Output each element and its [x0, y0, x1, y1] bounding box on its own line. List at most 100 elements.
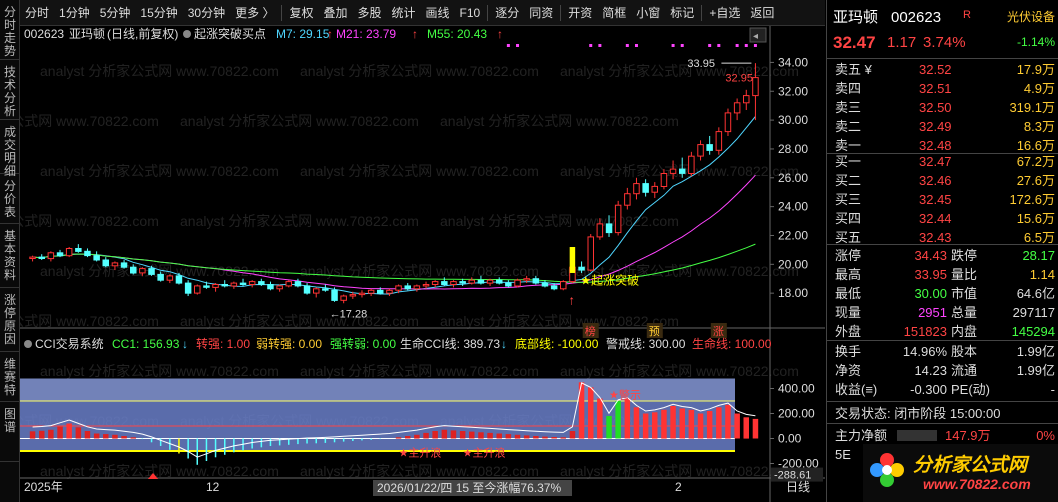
cci-bar [324, 438, 327, 443]
ask-volume: 319.1万 [1009, 100, 1055, 115]
left-tab-4[interactable]: 基本资料 [0, 224, 20, 288]
time-mid: 12 [206, 480, 220, 494]
candle-body [743, 95, 750, 104]
brand-logo: 分析家公式网 www.70822.com [863, 444, 1058, 502]
bid-price: 32.47 [919, 154, 952, 169]
ask-price: 32.51 [919, 81, 952, 96]
candle-body [130, 266, 137, 274]
toolbar-item-7[interactable]: 叠加 [318, 0, 352, 26]
candle-body [386, 289, 393, 294]
cci-bar [514, 434, 521, 439]
left-tab-3[interactable]: 分价表 [0, 174, 20, 224]
cci-bar [150, 438, 153, 443]
toolbar-item-18[interactable]: +自选 [704, 0, 745, 26]
toolbar-item-8[interactable]: 多股 [352, 0, 386, 26]
stat-value-1: 33.95 [914, 267, 947, 282]
toolbar-item-1[interactable]: 1分钟 [54, 0, 95, 26]
toolbar-item-0[interactable]: 分时 [20, 0, 54, 26]
cci-bar [752, 418, 759, 439]
sector-tag[interactable]: 光伏设备 [1007, 8, 1055, 27]
toolbar-item-11[interactable]: F10 [455, 0, 486, 26]
indicator-name: 起涨突破买点 [194, 26, 266, 41]
cci-bar [342, 438, 345, 442]
left-tab-1[interactable]: 技术分析 [0, 60, 20, 120]
divider [827, 58, 1058, 59]
cci-bar [178, 438, 180, 454]
cci-bar [652, 412, 658, 439]
toolbar-item-16[interactable]: 小窗 [631, 0, 665, 26]
left-tab-6[interactable]: 维赛特 [0, 352, 20, 402]
toolbar-item-14[interactable]: 开资 [563, 0, 597, 26]
bid-label: 买二 [835, 173, 862, 188]
cci-bar [260, 438, 263, 448]
cci-bar [130, 437, 136, 439]
toolbar-item-13[interactable]: 同资 [524, 0, 558, 26]
ask-row: 卖三 32.50 319.1万 [827, 98, 1058, 117]
ma21-label: M21: 23.79 [336, 27, 396, 41]
candle-body [29, 256, 36, 260]
left-tab-5[interactable]: 涨停原因 [0, 288, 20, 352]
cci-bar [352, 438, 354, 441]
toolbar-separator [281, 4, 283, 21]
stat-row: 外盘 151823 内盘 145294 [827, 322, 1058, 341]
candle-body [184, 282, 192, 294]
cci-bar [505, 434, 512, 439]
left-tab-7[interactable]: 图谱 [0, 402, 20, 462]
bid-row: 买二 32.46 27.6万 [827, 171, 1058, 190]
watermark-text: analyst 分析家公式网 www.70822.com [20, 313, 159, 329]
bid-label: 买四 [835, 211, 862, 226]
cci-bar [297, 438, 299, 445]
cursor-time: 2026/01/22/四 15 至今涨幅76.37% [377, 480, 561, 495]
toolbar-item-19[interactable]: 返回 [745, 0, 779, 26]
stat-value-2: 64.6亿 [1016, 286, 1055, 301]
toolbar-item-4[interactable]: 30分钟 [183, 0, 230, 26]
bid-row: 买三 32.45 172.6万 [827, 190, 1058, 209]
cci-rise-label: ★主升浪 [399, 445, 442, 459]
stat-label-1: 现量 [835, 305, 862, 320]
candle-body [84, 250, 91, 257]
cci-bar [196, 438, 198, 465]
left-tab-0[interactable]: 分时走势 [0, 0, 20, 60]
watermark-text: analyst 分析家公式网 www.70822.com [300, 463, 539, 479]
candle-body [139, 268, 146, 274]
low-price-label: 17.28 [340, 308, 368, 320]
cci-title: CCI交易系统 [35, 336, 104, 351]
toolbar-item-2[interactable]: 5分钟 [95, 0, 136, 26]
cci-cc1: CC1: 156.93 [112, 337, 180, 351]
cci-bar [370, 438, 372, 440]
cci-bar [39, 430, 45, 439]
candle-body [505, 282, 512, 287]
candle-body [285, 281, 292, 287]
watermark-text: analyst 分析家公式网 www.70822.com [40, 163, 279, 179]
price-tick-label: 28.00 [778, 142, 808, 156]
cci-bar [269, 438, 272, 446]
cci-bar [597, 398, 603, 439]
toolbar-item-17[interactable]: 标记 [665, 0, 699, 26]
stat-label-2: 流通 [951, 363, 978, 378]
stat-value-2: 1.99亿 [1016, 344, 1055, 359]
toolbar-item-6[interactable]: 复权 [284, 0, 318, 26]
toolbar-item-5[interactable]: 更多 〉 [230, 0, 279, 26]
cci-bar [214, 438, 217, 458]
candle-body [560, 281, 567, 290]
kline-svg[interactable]: analyst 分析家公式网 www.70822.com analyst 分析家公… [20, 26, 825, 502]
candle-body [541, 282, 549, 287]
toolbar-item-10[interactable]: 画线 [421, 0, 455, 26]
candle-body [322, 288, 329, 291]
candle-body [605, 223, 613, 234]
cci-bar [716, 407, 722, 439]
candle-body [514, 279, 521, 287]
toolbar-item-15[interactable]: 简框 [597, 0, 631, 26]
quote-price-row: 32.47 1.17 3.74% -1.14% [827, 33, 1058, 57]
candle-body [331, 289, 338, 301]
candle-body [733, 102, 741, 114]
toolbar-item-12[interactable]: 逐分 [490, 0, 524, 26]
candle-body [395, 285, 402, 291]
candle-body [175, 275, 183, 284]
left-tab-2[interactable]: 成交明细 [0, 120, 20, 178]
toolbar-item-3[interactable]: 15分钟 [135, 0, 182, 26]
stat-row: 换手 14.96% 股本 1.99亿 [827, 342, 1058, 361]
toolbar-item-9[interactable]: 统计 [387, 0, 421, 26]
chart-panel[interactable]: analyst 分析家公式网 www.70822.com analyst 分析家公… [20, 26, 825, 502]
cci-bar [187, 438, 189, 459]
